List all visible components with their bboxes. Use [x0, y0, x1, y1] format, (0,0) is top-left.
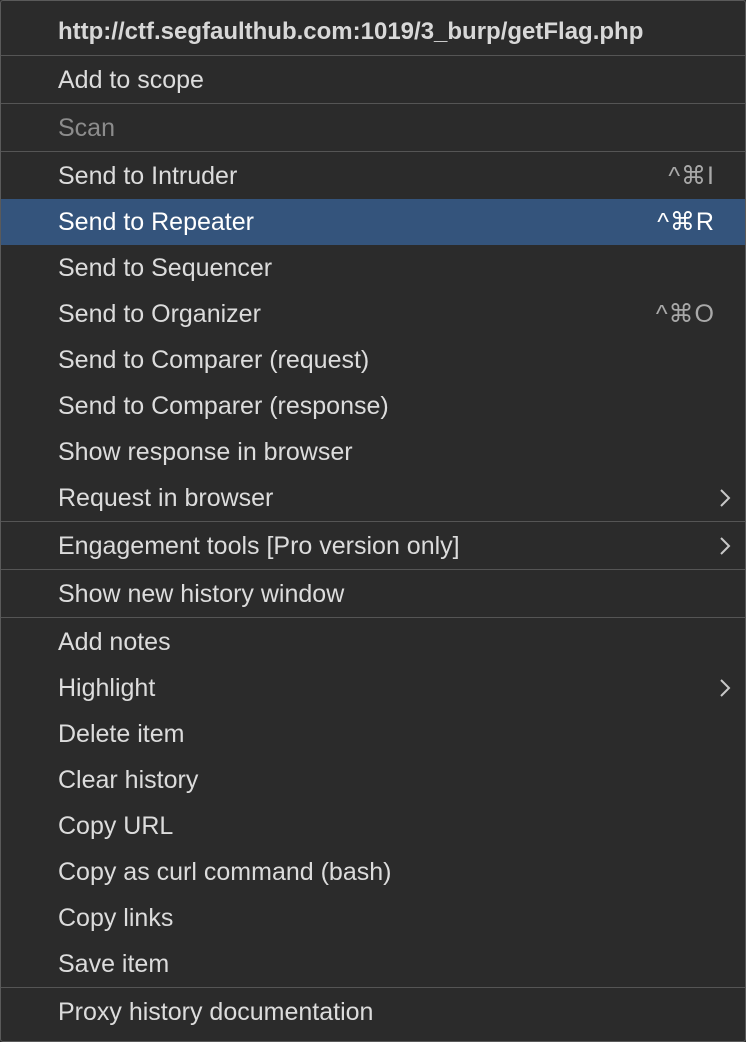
separator [1, 521, 745, 522]
menu-item-send-to-intruder[interactable]: Send to Intruder ^⌘I [1, 153, 745, 199]
menu-item-label: Send to Comparer (request) [58, 345, 370, 374]
menu-item-label: Delete item [58, 719, 185, 748]
menu-item-copy-as-curl[interactable]: Copy as curl command (bash) [1, 849, 745, 895]
separator [1, 151, 745, 152]
menu-item-send-to-sequencer[interactable]: Send to Sequencer [1, 245, 745, 291]
shortcut-label: ^⌘I [668, 162, 715, 190]
menu-item-show-new-history-window[interactable]: Show new history window [1, 571, 745, 617]
menu-item-request-in-browser[interactable]: Request in browser [1, 475, 745, 521]
menu-item-label: Send to Comparer (response) [58, 391, 389, 420]
menu-item-label: Send to Sequencer [58, 253, 273, 282]
menu-item-label: Add to scope [58, 65, 204, 94]
menu-item-save-item[interactable]: Save item [1, 941, 745, 987]
menu-item-label: Scan [58, 113, 115, 142]
menu-item-highlight[interactable]: Highlight [1, 665, 745, 711]
separator [1, 617, 745, 618]
chevron-right-icon [720, 537, 731, 555]
menu-item-send-to-organizer[interactable]: Send to Organizer ^⌘O [1, 291, 745, 337]
menu-item-send-to-comparer-request[interactable]: Send to Comparer (request) [1, 337, 745, 383]
separator [1, 55, 745, 56]
menu-item-show-response-in-browser[interactable]: Show response in browser [1, 429, 745, 475]
chevron-right-icon [720, 489, 731, 507]
context-menu: http://ctf.segfaulthub.com:1019/3_burp/g… [0, 0, 746, 1042]
menu-item-clear-history[interactable]: Clear history [1, 757, 745, 803]
menu-header-label: http://ctf.segfaulthub.com:1019/3_burp/g… [58, 18, 644, 45]
chevron-right-icon [720, 679, 731, 697]
menu-item-delete-item[interactable]: Delete item [1, 711, 745, 757]
menu-item-add-to-scope[interactable]: Add to scope [1, 57, 745, 103]
menu-header-url: http://ctf.segfaulthub.com:1019/3_burp/g… [1, 9, 745, 55]
shortcut-label: ^⌘R [657, 208, 715, 236]
menu-item-label: Add notes [58, 627, 171, 656]
menu-item-label: Copy as curl command (bash) [58, 857, 392, 886]
menu-item-add-notes[interactable]: Add notes [1, 619, 745, 665]
separator [1, 103, 745, 104]
menu-item-engagement-tools[interactable]: Engagement tools [Pro version only] [1, 523, 745, 569]
menu-item-label: Copy URL [58, 811, 174, 840]
separator [1, 569, 745, 570]
menu-item-label: Save item [58, 949, 170, 978]
menu-item-label: Show response in browser [58, 437, 353, 466]
separator [1, 987, 745, 988]
menu-item-label: Send to Intruder [58, 161, 238, 190]
menu-item-label: Engagement tools [Pro version only] [58, 531, 460, 560]
menu-item-send-to-repeater[interactable]: Send to Repeater ^⌘R [1, 199, 745, 245]
shortcut-label: ^⌘O [655, 300, 715, 328]
menu-item-label: Clear history [58, 765, 199, 794]
menu-item-label: Copy links [58, 903, 174, 932]
menu-item-label: Send to Organizer [58, 299, 261, 328]
menu-item-send-to-comparer-response[interactable]: Send to Comparer (response) [1, 383, 745, 429]
menu-item-copy-url[interactable]: Copy URL [1, 803, 745, 849]
menu-item-proxy-history-documentation[interactable]: Proxy history documentation [1, 989, 745, 1035]
menu-item-copy-links[interactable]: Copy links [1, 895, 745, 941]
menu-item-label: Proxy history documentation [58, 997, 374, 1026]
menu-item-scan: Scan [1, 105, 745, 151]
menu-item-label: Request in browser [58, 483, 274, 512]
menu-item-label: Send to Repeater [58, 207, 254, 236]
menu-item-label: Show new history window [58, 579, 345, 608]
menu-item-label: Highlight [58, 673, 156, 702]
